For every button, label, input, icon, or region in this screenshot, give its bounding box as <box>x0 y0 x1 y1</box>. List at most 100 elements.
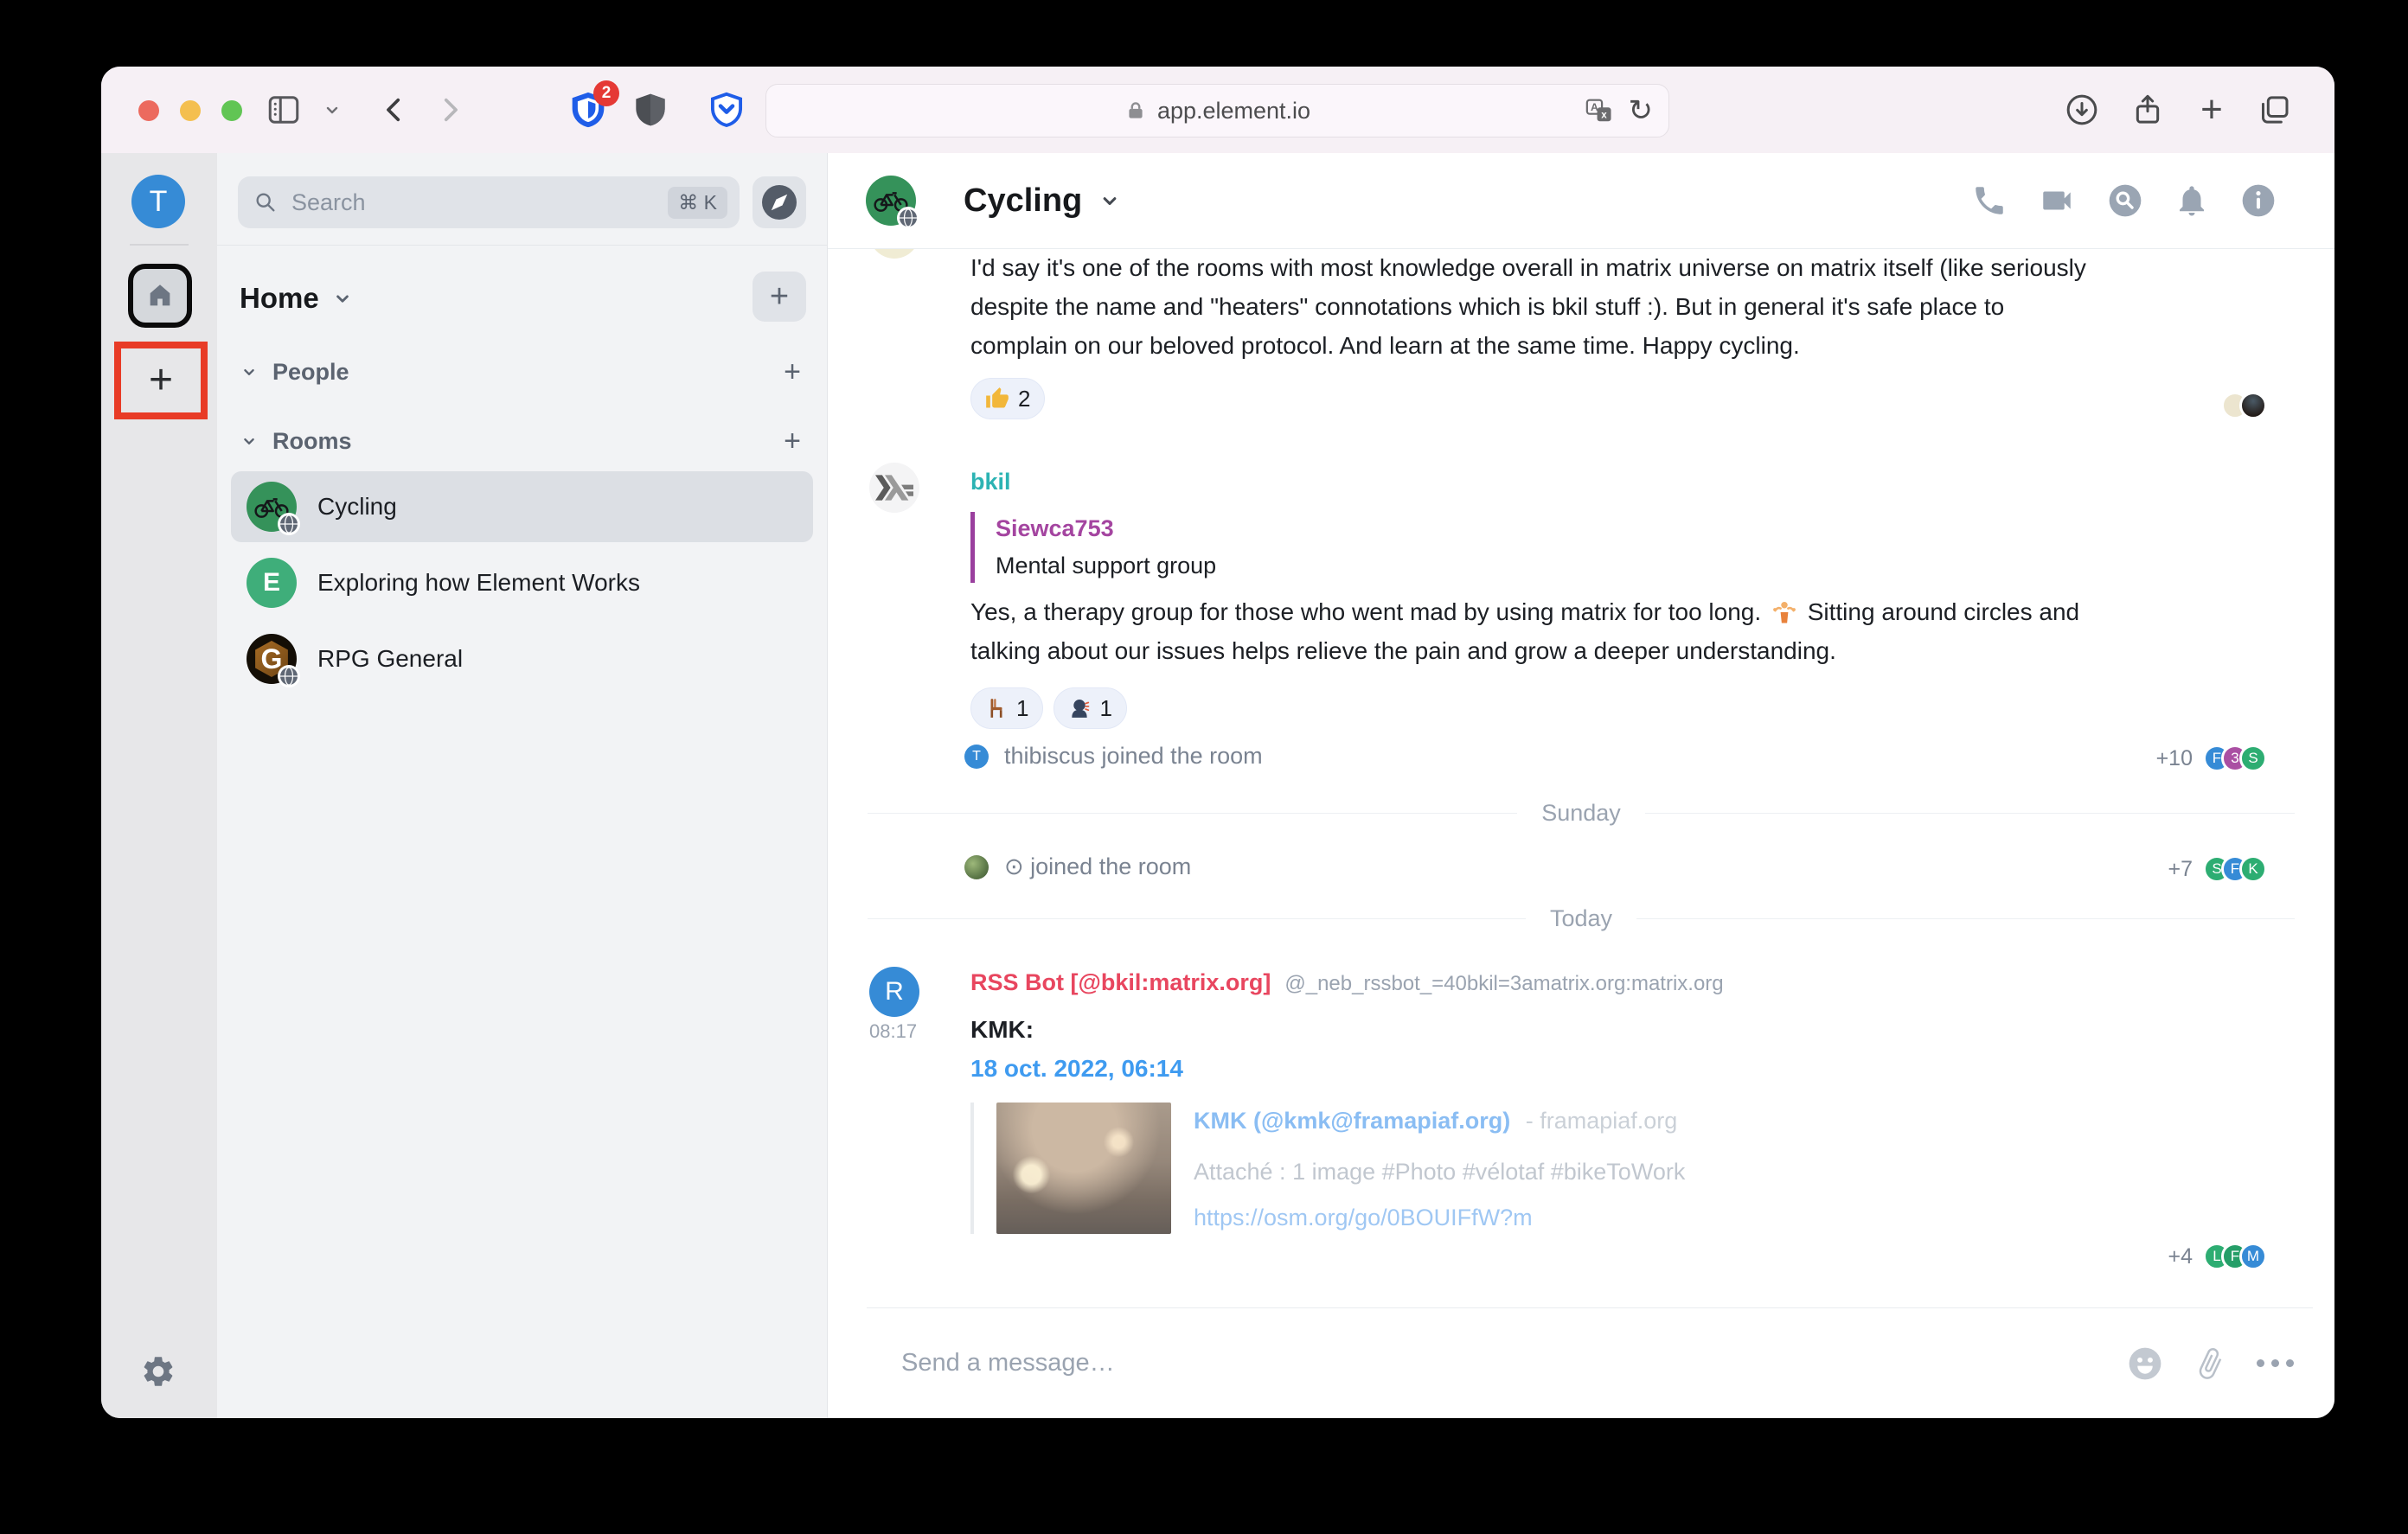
quote-text: Mental support group <box>996 553 1216 579</box>
chat-panel: Cycling I'd say it's one of the rooms wi… <box>828 153 2334 1418</box>
message-date-link[interactable]: 18 oct. 2022, 06:14 <box>970 1055 1183 1083</box>
room-search-icon[interactable] <box>2106 182 2144 220</box>
sidebar-toggle-icon[interactable] <box>265 91 303 129</box>
user-avatar[interactable]: T <box>131 175 185 228</box>
preview-title-link[interactable]: KMK (@kmk@framapiaf.org) <box>1194 1108 1510 1134</box>
address-bar[interactable]: app.element.io Ax ↻ <box>765 84 1669 137</box>
chevron-down-icon <box>1098 189 1122 213</box>
translate-icon[interactable]: Ax <box>1585 98 1613 124</box>
message-timeline[interactable]: I'd say it's one of the rooms with most … <box>828 248 2334 1307</box>
preview-site: - framapiaf.org <box>1526 1108 1678 1134</box>
home-space-button[interactable] <box>128 264 192 328</box>
haskell-logo-icon <box>875 475 913 501</box>
message-avatar[interactable] <box>869 248 919 259</box>
event-text: ⊙ joined the room <box>1004 853 1191 880</box>
extension-shield2-icon[interactable] <box>631 91 669 129</box>
room-list-panel: Search ⌘ K Home + People + Rooms + <box>217 153 828 1418</box>
add-room-plus-button[interactable]: + <box>784 425 801 458</box>
forward-button[interactable] <box>431 91 469 129</box>
reaction-chair[interactable]: 1 <box>970 687 1043 729</box>
room-name: Cycling <box>317 493 397 521</box>
message-composer[interactable]: Send a message… <box>867 1307 2313 1418</box>
zoom-window-button[interactable] <box>221 100 242 121</box>
reaction-speaking-head[interactable]: 1 <box>1054 687 1126 729</box>
sender-name[interactable]: RSS Bot [@bkil:matrix.org] <box>970 969 1271 996</box>
tab-overview-icon[interactable] <box>2255 91 2293 129</box>
extension-badge: 2 <box>593 80 619 106</box>
message-avatar-bkil[interactable] <box>869 463 919 513</box>
reaction-thumbs-up[interactable]: 2 <box>970 378 1045 419</box>
share-icon[interactable] <box>2129 91 2167 129</box>
notifications-bell-icon[interactable] <box>2174 182 2210 219</box>
message-avatar-rssbot[interactable]: R <box>869 967 919 1017</box>
person-shrugging-emoji <box>1771 599 1797 625</box>
add-room-button[interactable]: + <box>752 272 806 322</box>
read-receipts-group[interactable]: +4 L F M <box>2168 1243 2267 1270</box>
room-title[interactable]: Cycling <box>964 153 1122 248</box>
sender-id: @_neb_rssbot_=40bkil=3amatrix.org:matrix… <box>1284 972 1723 996</box>
speaking-head-emoji <box>1068 697 1091 719</box>
read-receipts[interactable] <box>2221 392 2267 419</box>
browser-window: 2 app.element.io Ax ↻ + <box>101 67 2334 1418</box>
video-call-icon[interactable] <box>2037 182 2077 219</box>
settings-gear-icon[interactable] <box>140 1353 176 1390</box>
room-name: RPG General <box>317 645 463 673</box>
room-item-cycling[interactable]: Cycling <box>231 471 813 542</box>
room-name: Exploring how Element Works <box>317 569 640 597</box>
rooms-section-header[interactable]: Rooms + <box>240 419 801 463</box>
membership-event: T thibiscus joined the room <box>964 743 1263 770</box>
extension-shield-icon[interactable]: 2 <box>569 91 607 129</box>
url-preview-card[interactable]: KMK (@kmk@framapiaf.org) - framapiaf.org… <box>970 1103 1685 1234</box>
reload-icon[interactable]: ↻ <box>1629 96 1654 125</box>
message-text: Yes, a therapy group for those who went … <box>970 592 2086 670</box>
event-avatar[interactable]: T <box>964 745 989 769</box>
quote-author: Siewca753 <box>996 515 1216 542</box>
extension-pocket-icon[interactable] <box>708 91 746 129</box>
more-options-icon[interactable] <box>2257 1359 2294 1367</box>
home-icon <box>145 281 175 310</box>
back-button[interactable] <box>375 91 413 129</box>
room-item-exploring[interactable]: E Exploring how Element Works <box>231 547 813 618</box>
attachment-icon[interactable] <box>2187 1340 2232 1386</box>
downloads-icon[interactable] <box>2063 91 2101 129</box>
chevron-down-icon[interactable] <box>331 287 354 310</box>
read-receipts-group[interactable]: +10 F 3 S <box>2156 745 2267 772</box>
membership-event: ⊙ joined the room <box>964 853 1191 880</box>
emoji-picker-icon[interactable] <box>2127 1345 2163 1382</box>
preview-url-link[interactable]: https://osm.org/go/0BOUIFfW?m <box>1194 1205 1685 1231</box>
search-icon <box>253 190 278 214</box>
sender-row: RSS Bot [@bkil:matrix.org] @_neb_rssbot_… <box>970 969 1724 996</box>
explore-rooms-button[interactable] <box>752 176 806 228</box>
sender-name[interactable]: bkil <box>970 469 1011 495</box>
new-tab-icon[interactable]: + <box>2193 91 2231 129</box>
room-item-rpg[interactable]: G RPG General <box>231 623 813 694</box>
public-room-badge <box>278 665 300 687</box>
browser-toolbar: 2 app.element.io Ax ↻ + <box>101 67 2334 154</box>
list-divider <box>217 245 827 246</box>
room-avatar <box>247 482 297 532</box>
quoted-message[interactable]: Siewca753 Mental support group <box>970 512 1216 583</box>
room-info-icon[interactable] <box>2239 182 2277 220</box>
date-divider-sunday: Sunday <box>868 800 2295 827</box>
preview-thumbnail-image[interactable] <box>996 1103 1171 1234</box>
room-avatar: G <box>247 634 297 684</box>
close-window-button[interactable] <box>138 100 159 121</box>
search-placeholder: Search <box>291 189 668 216</box>
minimize-window-button[interactable] <box>180 100 201 121</box>
read-receipts-group[interactable]: +7 S F K <box>2168 855 2267 883</box>
create-space-button[interactable]: + <box>149 360 173 401</box>
people-section-header[interactable]: People + <box>240 350 801 393</box>
sidebar-chevron-icon[interactable] <box>313 91 351 129</box>
room-header: Cycling <box>828 153 2334 249</box>
add-person-button[interactable]: + <box>784 355 801 389</box>
chevron-down-icon <box>240 431 259 451</box>
lock-icon <box>1124 99 1147 122</box>
voice-call-icon[interactable] <box>1971 182 2008 219</box>
event-avatar[interactable] <box>964 855 989 879</box>
search-input[interactable]: Search ⌘ K <box>238 176 740 228</box>
room-header-avatar[interactable] <box>866 176 916 226</box>
composer-placeholder[interactable]: Send a message… <box>901 1349 2127 1377</box>
chair-emoji <box>985 697 1008 719</box>
space-name[interactable]: Home <box>240 282 319 315</box>
svg-text:x: x <box>1601 110 1607 121</box>
